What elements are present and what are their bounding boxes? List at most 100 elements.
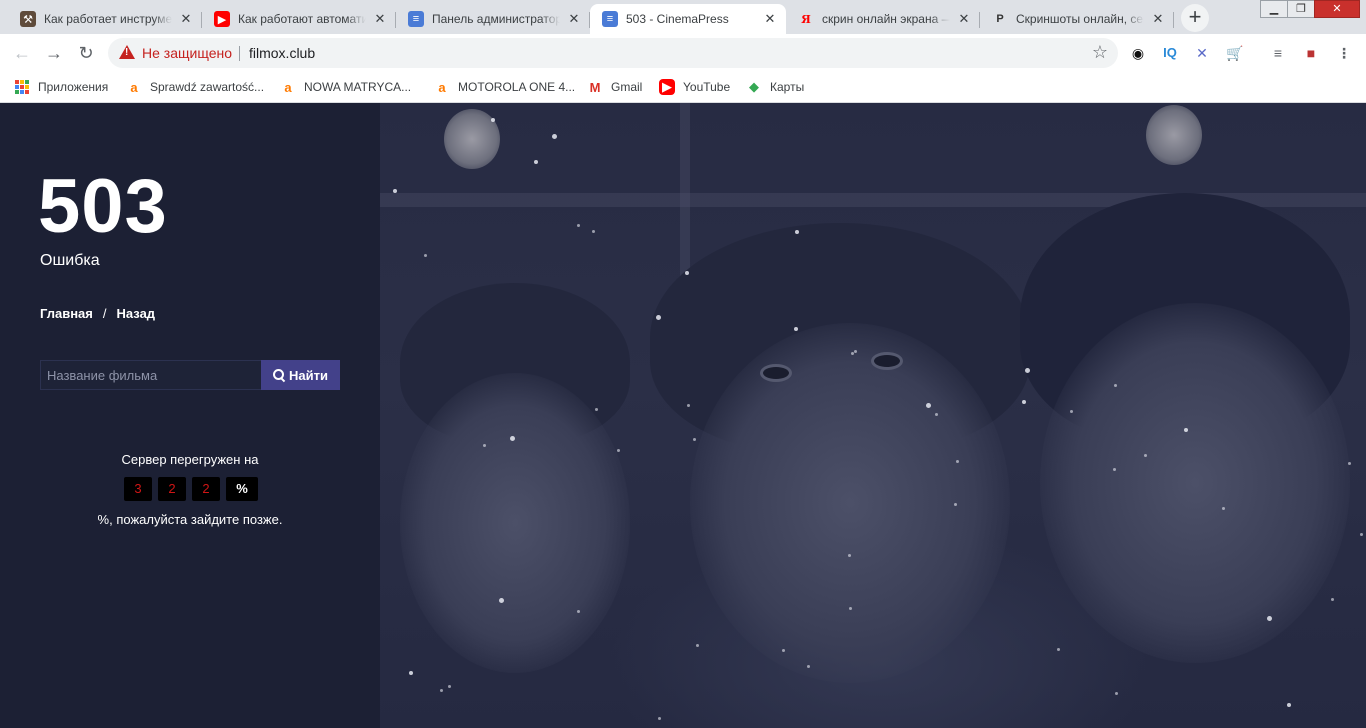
reload-icon[interactable]: ↻ xyxy=(74,41,98,65)
snow-particle xyxy=(577,610,580,613)
tab-5[interactable]: Я скрин онлайн экрана — ✕ xyxy=(786,4,980,34)
address-bar[interactable]: Не защищено filmox.club ☆ xyxy=(108,38,1118,68)
security-label[interactable]: Не защищено xyxy=(142,45,232,61)
bookmark-label: Sprawdź zawartość... xyxy=(150,80,265,94)
tab-1[interactable]: ⚒ Как работает инструмент ✕ xyxy=(8,4,202,34)
url-text[interactable]: filmox.club xyxy=(249,45,315,61)
back-arrow-icon[interactable]: ← xyxy=(10,41,34,65)
snow-particle xyxy=(782,649,785,652)
movie-search-input[interactable] xyxy=(40,360,261,390)
snow-particle xyxy=(687,404,690,407)
gmail-icon: M xyxy=(589,79,601,95)
search-button-label: Найти xyxy=(289,367,328,383)
close-icon[interactable]: ✕ xyxy=(1150,11,1166,27)
bookmark-item[interactable]: a Sprawdź zawartość... xyxy=(126,78,264,96)
snow-particle xyxy=(1070,410,1073,413)
load-digit: 2 xyxy=(158,477,186,501)
snow-particle xyxy=(1222,507,1225,510)
snow-particle xyxy=(617,449,620,452)
bookmark-label: Карты xyxy=(770,80,805,94)
bookmark-item[interactable]: a NOWA MATRYCA... xyxy=(280,78,411,96)
snow-particle xyxy=(1022,400,1026,404)
search-button[interactable]: Найти xyxy=(261,360,340,390)
browser-toolbar: ← → ↻ Не защищено filmox.club ☆ ◉ IQ ✕ 🛒… xyxy=(0,34,1366,72)
snow-particle xyxy=(685,271,689,275)
bookmark-label: NOWA MATRYCA... xyxy=(304,80,412,94)
snow-particle xyxy=(491,118,495,122)
snow-particle xyxy=(440,689,443,692)
child-right-face xyxy=(1040,303,1350,663)
tab-title: Как работает инструмент xyxy=(44,12,172,26)
amazon-icon: a xyxy=(130,79,138,95)
extension-owl-icon[interactable]: ◉ xyxy=(1128,43,1148,63)
snow-particle xyxy=(1287,703,1291,707)
window-close-button[interactable]: ✕ xyxy=(1314,0,1360,18)
bookmark-star-icon[interactable]: ☆ xyxy=(1092,42,1108,63)
snow-particle xyxy=(696,644,699,647)
bookmark-gmail[interactable]: M Gmail xyxy=(587,78,643,96)
snow-particle xyxy=(807,665,810,668)
load-percent-sign: % xyxy=(226,477,258,501)
tab-title: Как работают автоматические xyxy=(238,12,366,26)
bookmark-label: Gmail xyxy=(611,80,643,94)
extension-cross-icon[interactable]: ✕ xyxy=(1192,43,1212,63)
error-page: 503 Ошибка Главная / Назад Найти Сервер … xyxy=(0,103,1366,728)
extension-cart-icon[interactable]: 🛒 xyxy=(1225,43,1245,63)
back-link[interactable]: Назад xyxy=(117,306,156,321)
bookmark-youtube[interactable]: ▶ YouTube xyxy=(659,78,730,96)
snow-particle xyxy=(1057,648,1060,651)
youtube-icon: ▶ xyxy=(659,79,675,95)
restore-button[interactable]: ❐ xyxy=(1287,0,1315,18)
new-tab-button[interactable]: + xyxy=(1181,4,1209,32)
tab-strip: ⚒ Как работает инструмент ✕ ▶ Как работа… xyxy=(0,0,1366,34)
snow-particle xyxy=(795,230,799,234)
load-counter: 3 2 2 % xyxy=(124,477,258,501)
close-icon[interactable]: ✕ xyxy=(178,11,194,27)
snow-particle xyxy=(534,160,538,164)
close-icon[interactable]: ✕ xyxy=(372,11,388,27)
tab-6[interactable]: P Скриншоты онлайн, сер ✕ xyxy=(980,4,1174,34)
close-icon[interactable]: ✕ xyxy=(956,11,972,27)
eye xyxy=(763,367,789,379)
profile-avatar-icon[interactable]: ■ xyxy=(1301,43,1321,63)
database-icon: ≡ xyxy=(602,11,618,27)
breadcrumb: Главная / Назад xyxy=(40,306,155,321)
warning-icon xyxy=(119,45,135,59)
snow-particle xyxy=(595,408,598,411)
close-icon[interactable]: ✕ xyxy=(762,11,778,27)
bookmark-label: Приложения xyxy=(38,80,109,94)
background-photo xyxy=(380,103,1366,728)
close-icon[interactable]: ✕ xyxy=(566,11,582,27)
snow-particle xyxy=(956,460,959,463)
tab-title: 503 - CinemaPress xyxy=(626,12,729,26)
home-link[interactable]: Главная xyxy=(40,306,93,321)
tab-title: скрин онлайн экрана — xyxy=(822,12,950,26)
snow-particle xyxy=(1267,616,1272,621)
menu-dots-icon[interactable]: ⋮ xyxy=(1334,43,1354,63)
minimize-button[interactable]: ▁ xyxy=(1260,0,1288,18)
child-center-face xyxy=(690,323,1010,683)
load-digit: 3 xyxy=(124,477,152,501)
snow-particle xyxy=(693,438,696,441)
bookmark-maps[interactable]: ◆ Карты xyxy=(746,78,804,96)
tab-active[interactable]: ≡ 503 - CinemaPress ✕ xyxy=(590,4,786,34)
amazon-icon: a xyxy=(284,79,292,95)
snow-particle xyxy=(656,315,661,320)
snow-particle xyxy=(1115,692,1118,695)
snow-particle xyxy=(1184,428,1188,432)
extension-iq-icon[interactable]: IQ xyxy=(1160,43,1180,63)
tab-3[interactable]: ≡ Панель администратора ✕ xyxy=(396,4,590,34)
snow-particle xyxy=(1360,533,1363,536)
snow-particle xyxy=(1113,468,1116,471)
bookmark-item[interactable]: a MOTOROLA ONE 4... xyxy=(434,78,575,96)
snow-particle xyxy=(1331,598,1334,601)
snow-particle xyxy=(577,224,580,227)
tab-2[interactable]: ▶ Как работают автоматические ✕ xyxy=(202,4,396,34)
media-queue-icon[interactable]: ≡ xyxy=(1268,43,1288,63)
server-load-text: Сервер перегружен на xyxy=(121,452,259,467)
maps-icon: ◆ xyxy=(749,79,759,94)
forward-arrow-icon[interactable]: → xyxy=(42,41,66,65)
bookmark-label: MOTOROLA ONE 4... xyxy=(458,80,576,94)
bookmark-apps[interactable]: Приложения xyxy=(14,78,108,96)
snow-particle xyxy=(935,413,938,416)
